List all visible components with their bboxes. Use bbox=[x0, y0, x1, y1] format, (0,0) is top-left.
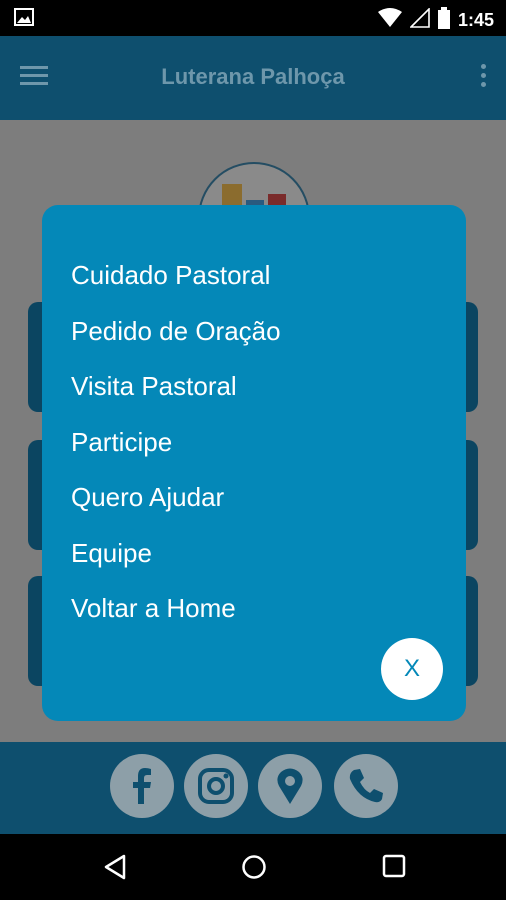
app-bar: Luterana Palhoça bbox=[0, 36, 506, 120]
system-nav-bar bbox=[0, 834, 506, 900]
location-icon[interactable] bbox=[258, 754, 322, 818]
signal-icon bbox=[409, 7, 430, 33]
menu-item-pedido-de-oracao[interactable]: Pedido de Oração bbox=[71, 313, 281, 369]
menu-list: Cuidado Pastoral Pedido de Oração Visita… bbox=[71, 257, 281, 646]
clock: 1:45 bbox=[457, 10, 494, 30]
phone-icon[interactable] bbox=[334, 754, 398, 818]
menu-item-cuidado-pastoral[interactable]: Cuidado Pastoral bbox=[71, 257, 281, 313]
menu-item-visita-pastoral[interactable]: Visita Pastoral bbox=[71, 368, 281, 424]
menu-item-participe[interactable]: Participe bbox=[71, 424, 281, 480]
menu-item-quero-ajudar[interactable]: Quero Ajudar bbox=[71, 479, 281, 535]
facebook-icon[interactable] bbox=[110, 754, 174, 818]
menu-item-equipe[interactable]: Equipe bbox=[71, 535, 281, 591]
close-button[interactable]: X bbox=[381, 638, 443, 700]
battery-icon bbox=[437, 7, 450, 34]
home-icon[interactable] bbox=[241, 854, 267, 885]
app-title: Luterana Palhoça bbox=[161, 64, 345, 89]
image-icon bbox=[14, 8, 34, 31]
back-icon[interactable] bbox=[103, 854, 127, 885]
status-bar: 1:45 bbox=[0, 0, 506, 36]
menu-item-voltar-a-home[interactable]: Voltar a Home bbox=[71, 590, 281, 646]
menu-dialog: Cuidado Pastoral Pedido de Oração Visita… bbox=[42, 205, 466, 721]
wifi-icon bbox=[377, 8, 402, 33]
recents-icon[interactable] bbox=[382, 854, 406, 883]
social-bar bbox=[0, 742, 506, 834]
more-vert-icon[interactable] bbox=[478, 64, 488, 92]
instagram-icon[interactable] bbox=[184, 754, 248, 818]
